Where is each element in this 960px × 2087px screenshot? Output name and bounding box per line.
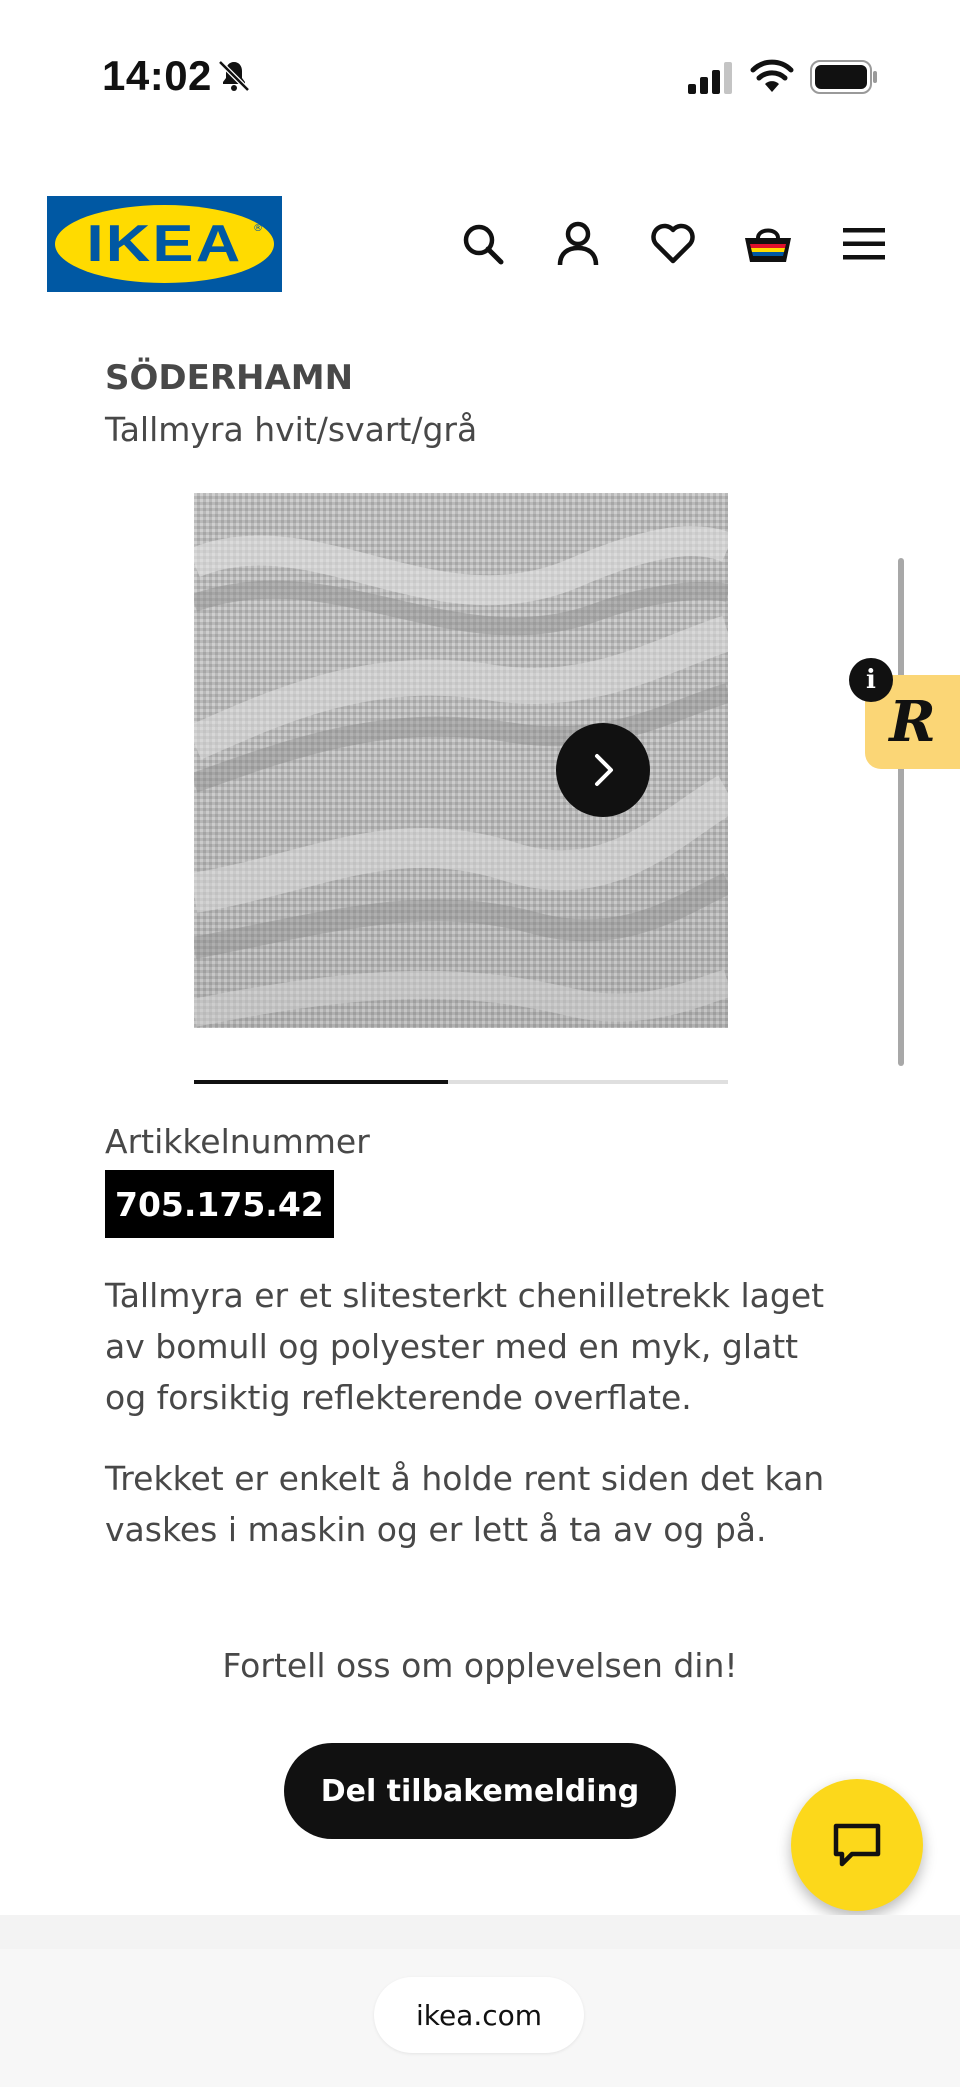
product-paragraph-1: Tallmyra er et slitesterkt chenilletrekk…: [105, 1276, 825, 1417]
badge-letter: R: [889, 689, 936, 755]
product-paragraph-2: Trekket er enkelt å holde rent siden det…: [105, 1459, 825, 1549]
status-bar: 14:02: [0, 0, 960, 150]
gallery-progress-fill: [194, 1080, 448, 1084]
cellular-signal-icon: [688, 62, 732, 94]
logo-registered-mark: ®: [253, 223, 263, 234]
chat-button[interactable]: [791, 1779, 923, 1911]
product-description: Tallmyra hvit/svart/grå: [105, 410, 478, 449]
product-image[interactable]: [194, 493, 728, 1028]
battery-icon: [810, 60, 877, 94]
wifi-icon: [750, 59, 794, 92]
menu-icon[interactable]: [836, 216, 892, 272]
url-bar[interactable]: ikea.com: [374, 1977, 584, 2053]
chat-icon: [833, 1823, 881, 1867]
logo-text: IKEA: [86, 215, 243, 273]
next-image-button[interactable]: [556, 723, 650, 817]
product-name: SÖDERHAMN: [105, 358, 354, 398]
feedback-prompt: Fortell oss om opplevelsen din!: [222, 1646, 738, 1685]
info-icon[interactable]: i: [849, 658, 893, 702]
article-number: 705.175.42: [105, 1170, 334, 1238]
status-time: 14:02: [102, 52, 212, 99]
basket-icon[interactable]: [740, 216, 796, 272]
gallery-progress-track: [194, 1080, 728, 1084]
chevron-right-icon: [595, 754, 613, 786]
account-icon[interactable]: [550, 216, 606, 272]
share-feedback-button[interactable]: Del tilbakemelding: [284, 1743, 676, 1839]
page-footer-band: [0, 1915, 960, 1949]
bell-slash-icon: [218, 60, 250, 92]
ikea-logo[interactable]: IKEA ®: [47, 196, 282, 292]
page-scrollbar[interactable]: [898, 558, 904, 1066]
heart-icon[interactable]: [645, 216, 701, 272]
site-header: IKEA ®: [0, 196, 960, 292]
search-icon[interactable]: [455, 216, 511, 272]
article-number-label: Artikkelnummer: [105, 1122, 370, 1161]
